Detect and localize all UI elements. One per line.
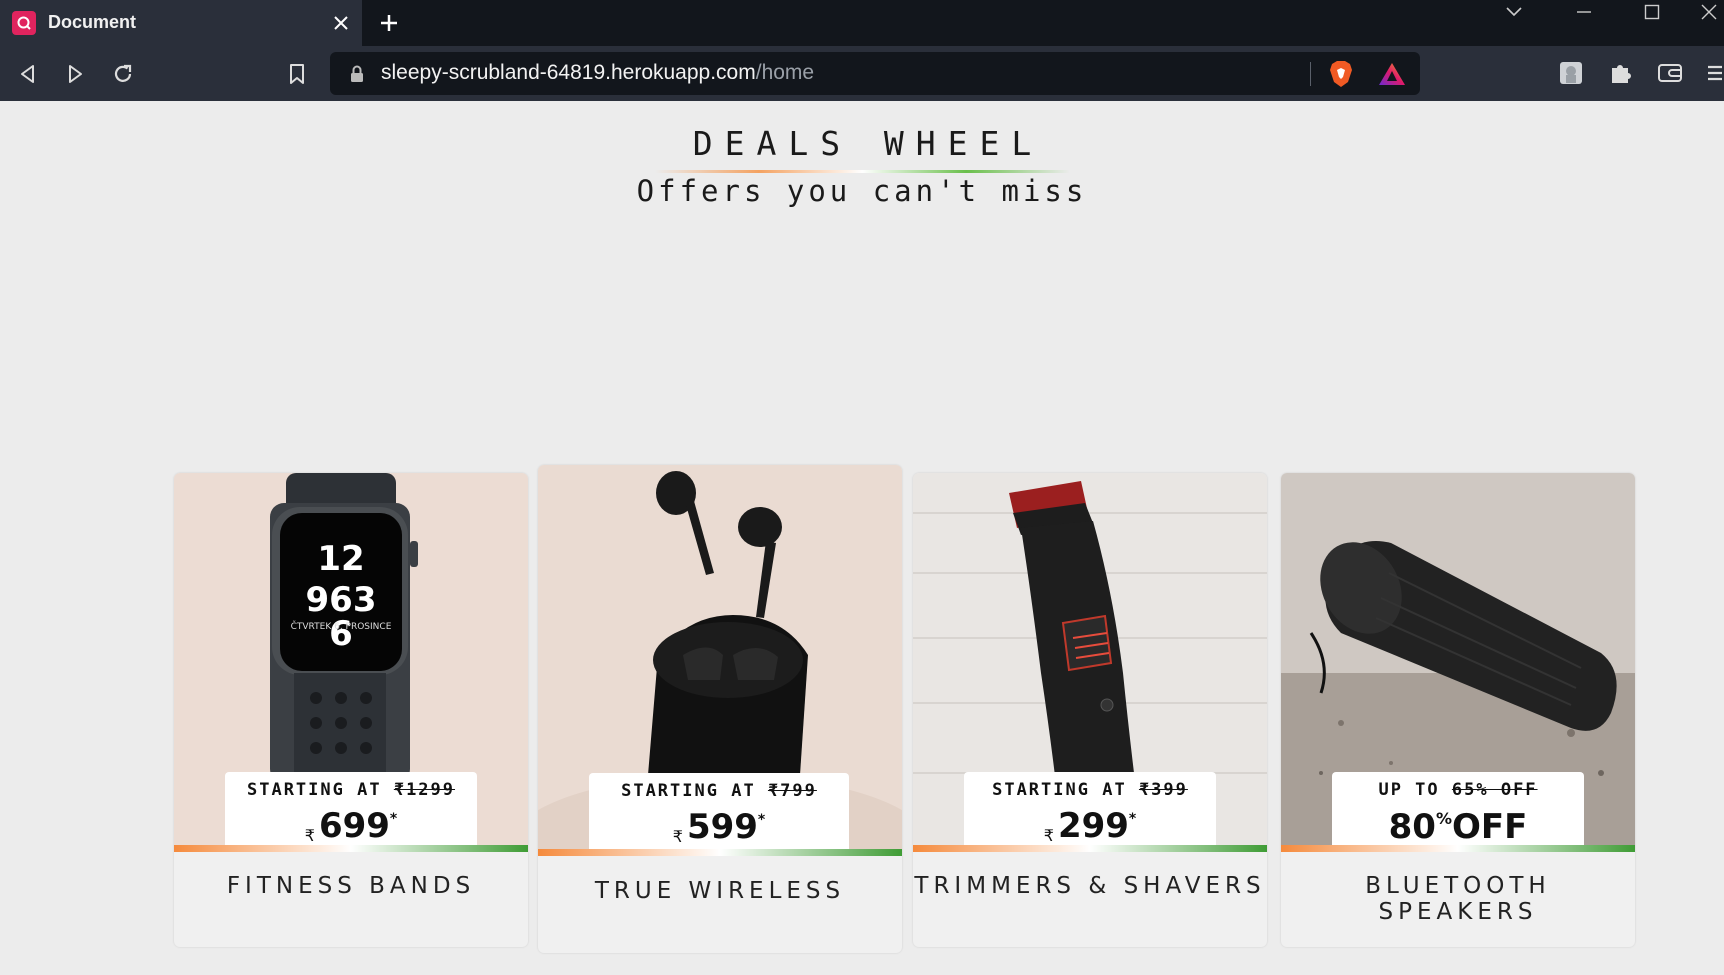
offer-value: 80 [1388,807,1436,847]
tricolor-strip [538,849,902,856]
price-prefix-line: STARTING AT ₹399 [964,780,1216,800]
brave-shields-icon[interactable] [1328,60,1354,88]
menu-hamburger-icon[interactable] [1706,58,1724,88]
title-underline [655,170,1070,173]
extensions-puzzle-icon[interactable] [1605,58,1635,88]
svg-text:6: 6 [329,614,353,654]
price-prefix: STARTING AT [992,780,1127,800]
rupee-symbol: ₹ [304,826,315,845]
lock-icon [351,65,363,82]
price-value: 599 [686,807,758,847]
category-label: BLUETOOTH SPEAKERS [1365,873,1551,925]
site-favicon-icon [12,11,36,35]
browser-tab-strip: Document [0,0,1724,46]
forward-icon[interactable] [61,60,89,88]
browser-tab[interactable]: Document [0,0,362,46]
url-divider [1310,62,1311,86]
price-asterisk: * [757,812,766,828]
rupee-symbol: ₹ [1043,826,1054,845]
old-price: ₹399 [1138,780,1188,800]
deal-card-fitness-bands[interactable]: 12 963 6 ČTVRTEK 6. PROSINCE STARTING AT… [174,473,528,947]
svg-text:12: 12 [317,539,364,579]
url-text: sleepy-scrubland-64819.herokuapp.com/hom… [381,61,814,85]
price-prefix: STARTING AT [246,780,382,800]
category-label: FITNESS BANDS [226,873,476,899]
price-prefix-line: STARTING AT ₹799 [589,781,849,801]
new-tab-plus-icon[interactable] [376,10,402,36]
offer-tag: UP TO 65% OFF 80%OFF [1332,772,1584,846]
tab-title: Document [48,12,137,32]
old-price: ₹1299 [393,780,456,800]
old-offer: 65% OFF [1451,780,1538,800]
price-tag: STARTING AT ₹1299 ₹699* [225,772,477,845]
offer-prefix-line: UP TO 65% OFF [1332,780,1584,800]
price-asterisk: * [1128,811,1137,827]
deals-heading: DEALS WHEEL Offers you can't miss [0,124,1724,208]
reload-icon[interactable] [109,60,137,88]
wallet-icon[interactable] [1655,58,1685,88]
close-tab-icon[interactable] [330,12,352,34]
price-value: 699 [318,806,390,846]
maximize-icon[interactable] [1632,0,1672,24]
tricolor-strip [1281,845,1635,852]
category-label: TRIMMERS & SHAVERS [914,873,1266,899]
price-prefix: STARTING AT [621,781,756,801]
back-icon[interactable] [14,60,42,88]
bookmark-icon[interactable] [283,60,311,88]
tricolor-strip [913,845,1267,852]
old-price: ₹799 [767,781,817,801]
price-value: 299 [1057,806,1129,846]
offer-prefix: UP TO [1378,780,1440,800]
rupee-symbol: ₹ [672,827,683,846]
close-window-icon[interactable] [1694,0,1724,24]
tricolor-strip [174,845,528,852]
page-subtitle: Offers you can't miss [636,174,1088,208]
url-domain: sleepy-scrubland-64819.herokuapp.com [381,61,756,84]
extension-profile-icon[interactable] [1556,58,1586,88]
category-label: TRUE WIRELESS [594,878,846,904]
minimize-icon[interactable] [1564,0,1604,24]
price-tag: STARTING AT ₹399 ₹299* [964,772,1216,845]
address-bar[interactable]: sleepy-scrubland-64819.herokuapp.com/hom… [330,52,1420,95]
browser-toolbar: sleepy-scrubland-64819.herokuapp.com/hom… [0,46,1724,101]
url-path: /home [755,61,815,84]
deal-card-true-wireless[interactable]: STARTING AT ₹799 ₹599* TRUE WIRELESS [538,465,902,953]
offer-suffix: OFF [1452,807,1528,847]
price-prefix-line: STARTING AT ₹1299 [225,780,477,800]
page-title: DEALS WHEEL [692,124,1044,163]
svg-text:ČTVRTEK 6. PROSINCE: ČTVRTEK 6. PROSINCE [291,620,392,632]
deal-card-bluetooth-speakers[interactable]: UP TO 65% OFF 80%OFF BLUETOOTH SPEAKERS [1281,473,1635,947]
deal-price: ₹599* [589,801,849,856]
deal-card-trimmers-shavers[interactable]: STARTING AT ₹399 ₹299* TRIMMERS & SHAVER… [913,473,1267,947]
price-tag: STARTING AT ₹799 ₹599* [589,773,849,849]
deal-offer: 80%OFF [1332,800,1584,846]
brave-rewards-icon[interactable] [1378,62,1406,86]
price-asterisk: * [389,811,398,827]
offer-unit: % [1435,809,1452,828]
tab-search-chevron-icon[interactable] [1494,0,1534,24]
